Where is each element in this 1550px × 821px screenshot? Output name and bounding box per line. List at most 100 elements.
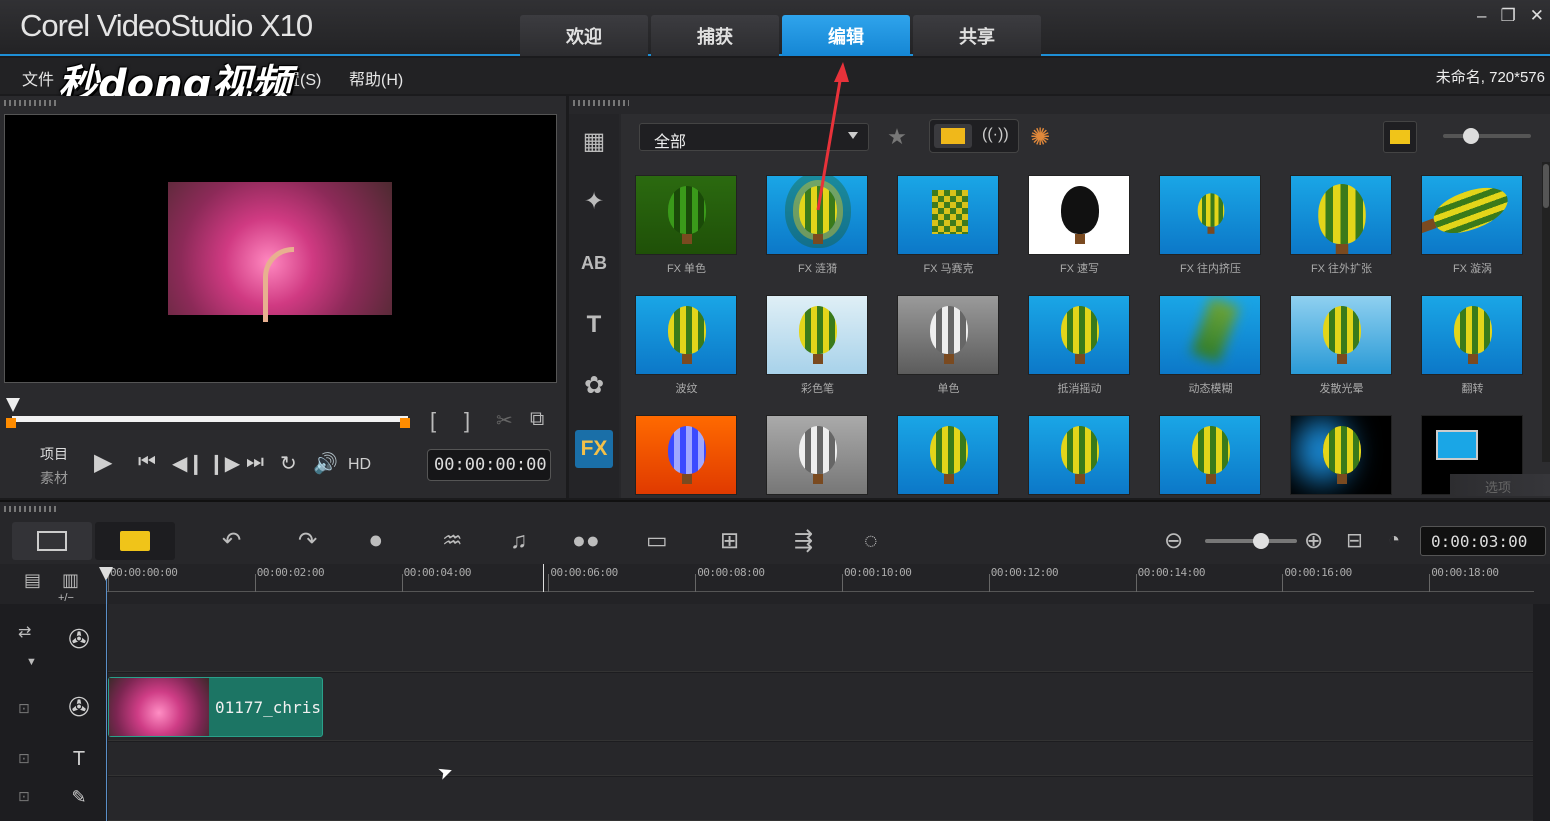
filter-thumbnail[interactable]: FX 漩涡 [1407, 162, 1538, 281]
previous-frame-icon[interactable]: ◀❙ [172, 451, 204, 476]
filter-thumbnail[interactable]: 波纹 [621, 282, 752, 401]
record-capture-icon[interactable]: ⏺ [370, 524, 382, 556]
video-track-lane[interactable] [108, 604, 1533, 672]
title-icon[interactable]: T [575, 306, 613, 344]
time-remapping-icon[interactable]: ⇶ [794, 524, 813, 556]
menu-help[interactable]: 帮助(H) [349, 66, 403, 90]
video-filter-view-icon[interactable] [934, 124, 972, 148]
voice-track-lane[interactable] [108, 777, 1533, 821]
hd-preview-button[interactable]: HD [348, 456, 371, 474]
library-scrollbar[interactable] [1542, 162, 1550, 462]
ruler-tick [1135, 574, 1137, 592]
filter-thumbnail[interactable]: FX 单色 [621, 162, 752, 281]
slider-handle[interactable] [1253, 533, 1269, 549]
repeat-icon[interactable]: ↻ [280, 451, 297, 476]
end-icon[interactable]: ⏭ [246, 451, 264, 474]
restore-icon[interactable]: ❐ [1501, 6, 1516, 26]
trim-start-marker[interactable] [6, 418, 16, 428]
trim-end-marker[interactable] [400, 418, 410, 428]
panel-grip[interactable] [4, 506, 56, 512]
ruler-track[interactable]: 00:00:00:00 00:00:02:00 00:00:04:00 00:00:0… [106, 564, 1534, 592]
volume-icon[interactable]: 🔊 [313, 451, 338, 476]
zoom-out-icon[interactable]: ⊖ [1164, 524, 1183, 556]
view-toggle[interactable]: ((·)) [929, 119, 1019, 153]
filter-thumbnail[interactable]: FX 速写 [1014, 162, 1145, 281]
options-panel-toggle[interactable]: 选项 [1450, 474, 1550, 496]
panel-grip[interactable] [4, 100, 56, 106]
media-library-icon[interactable]: ▦ [575, 122, 613, 160]
filter-thumbnail[interactable]: 单色 [883, 282, 1014, 401]
sound-mixer-icon[interactable]: ♒ [442, 524, 463, 556]
category-dropdown[interactable]: 全部 [639, 123, 869, 151]
ruler-label: 00:00:18:00 [1431, 566, 1499, 579]
minimize-icon[interactable]: – [1477, 6, 1486, 26]
mark-in-button[interactable]: [ [430, 408, 436, 434]
filter-thumbnail[interactable]: 彩色笔 [752, 282, 883, 401]
filter-thumbnail[interactable]: FX 涟漪 [752, 162, 883, 281]
title-track-lane[interactable] [108, 742, 1533, 776]
tab-share[interactable]: 共享 [913, 15, 1041, 56]
filter-thumbnail[interactable]: 发散光晕 [1276, 282, 1407, 401]
menu-file[interactable]: 文件 [22, 66, 54, 90]
mode-project-label[interactable]: 项目 [40, 442, 68, 466]
balloon-icon [668, 186, 706, 244]
filter-thumbnail[interactable]: 动态模糊 [1145, 282, 1276, 401]
graphics-icon[interactable]: ✿ [575, 366, 613, 404]
lock-icon[interactable]: ⊡ [18, 788, 30, 805]
next-frame-icon[interactable]: ❙▶ [208, 451, 240, 476]
tab-welcome[interactable]: 欢迎 [520, 15, 648, 56]
filter-thumbnail[interactable]: FX 往外扩张 [1276, 162, 1407, 281]
chevron-down-icon[interactable]: ▼ [26, 656, 37, 668]
home-icon[interactable]: ⏮ [138, 451, 156, 474]
redo-icon[interactable]: ↷ [298, 524, 317, 556]
mark-out-button[interactable]: ] [464, 408, 470, 434]
thumbnail-view-button[interactable] [1383, 121, 1417, 153]
track-manager-icon[interactable]: ▤ [24, 570, 41, 591]
lock-icon[interactable]: ⊡ [18, 700, 30, 717]
lock-icon[interactable]: ⊡ [18, 750, 30, 767]
ripple-edit-icon[interactable]: ⇄ [18, 622, 31, 642]
slider-handle[interactable] [1463, 128, 1479, 144]
filter-thumbnail[interactable]: 抵消摇动 [1014, 282, 1145, 401]
scissors-icon[interactable]: ✂ [496, 408, 513, 433]
fit-project-icon[interactable]: ⊟ [1346, 524, 1363, 556]
instant-project-icon[interactable]: ✦ [575, 182, 613, 220]
balloon-icon [1323, 306, 1361, 364]
mode-clip-label[interactable]: 素材 [40, 466, 68, 490]
track-add-toggle[interactable]: +/− [58, 592, 74, 604]
filter-thumbnail[interactable]: FX 往内挤压 [1145, 162, 1276, 281]
scrubber-handle[interactable] [6, 398, 20, 412]
subtitle-editor-icon[interactable]: ▭ [646, 524, 668, 556]
tab-edit[interactable]: 编辑 [782, 15, 910, 56]
audio-filter-view-icon[interactable]: ((·)) [982, 126, 1009, 144]
mask-creator-icon[interactable]: ◌ [864, 524, 878, 556]
motion-tracking-icon[interactable]: ●● [572, 524, 600, 556]
thumbnail-image [766, 415, 868, 495]
filter-thumbnail[interactable]: FX 马赛克 [883, 162, 1014, 281]
filter-fx-tab[interactable]: FX [575, 430, 613, 468]
undo-icon[interactable]: ↶ [222, 524, 241, 556]
chapter-point-icon[interactable]: ▥ [62, 570, 79, 591]
add-favorite-icon[interactable]: ★ [879, 121, 915, 153]
plugin-filter-icon[interactable]: ✺ [1024, 121, 1056, 153]
chevron-down-icon [848, 132, 858, 139]
close-icon[interactable]: ✕ [1530, 6, 1544, 26]
timecode-field[interactable]: 00:00:00:00 [427, 449, 551, 481]
filter-thumbnail[interactable]: 翻转 [1407, 282, 1538, 401]
scrub-bar[interactable] [12, 416, 408, 422]
auto-music-icon[interactable]: ♫ [510, 524, 527, 556]
transition-icon[interactable]: AB [575, 244, 613, 282]
tab-capture[interactable]: 捕获 [651, 15, 779, 56]
multi-camera-icon[interactable]: ⊞ [720, 524, 739, 556]
storyboard-view-button[interactable] [12, 522, 92, 560]
zoom-slider[interactable] [1205, 533, 1297, 549]
zoom-in-icon[interactable]: ⊕ [1304, 524, 1323, 556]
enlarge-preview-icon[interactable]: ⧉ [530, 408, 544, 431]
thumbnail-size-slider[interactable] [1443, 128, 1531, 144]
preview-window [4, 114, 557, 383]
panel-grip[interactable] [573, 100, 629, 106]
play-mode-selector[interactable]: 项目 素材 [40, 442, 68, 490]
timeline-view-button[interactable] [95, 522, 175, 560]
play-icon[interactable]: ▶ [94, 448, 112, 477]
timeline-clip[interactable]: 01177_chris [108, 677, 323, 737]
